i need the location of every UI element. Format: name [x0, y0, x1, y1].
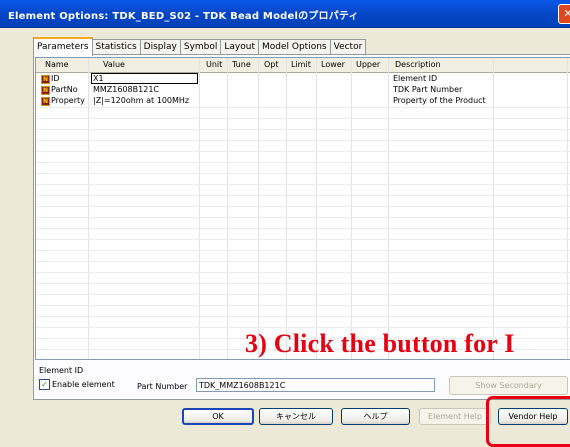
- grid-line: [36, 294, 570, 295]
- table-row[interactable]: N PartNo MMZ1608B121C TDK Part Number: [36, 85, 570, 95]
- col-header-tune[interactable]: Tune: [232, 60, 251, 69]
- grid-line: [36, 195, 570, 196]
- tab-model-options[interactable]: Model Options: [258, 39, 331, 55]
- param-description: Element ID: [393, 74, 438, 83]
- grid-line: [36, 107, 570, 108]
- grid-line: [36, 162, 570, 163]
- enable-element-label[interactable]: Enable element: [52, 380, 115, 389]
- instruction-annotation: 3) Click the button for I: [245, 329, 515, 358]
- col-header-description[interactable]: Description: [395, 60, 441, 69]
- param-value[interactable]: X1: [93, 74, 104, 83]
- help-button[interactable]: ヘルプ: [341, 408, 410, 425]
- grid-line: [36, 272, 570, 273]
- col-header-lower[interactable]: Lower: [321, 60, 345, 69]
- param-name: PartNo: [51, 85, 78, 94]
- grid-line: [36, 327, 570, 328]
- grid-line: [36, 118, 570, 119]
- parameter-icon: N: [41, 97, 50, 106]
- col-header-upper[interactable]: Upper: [356, 60, 380, 69]
- grid-line: [36, 173, 570, 174]
- window-title: Element Options: TDK_BED_S02 - TDK Bead …: [8, 11, 359, 22]
- tab-display[interactable]: Display: [139, 39, 181, 55]
- col-header-limit[interactable]: Limit: [291, 60, 311, 69]
- part-number-label: Part Number: [137, 382, 188, 391]
- grid-line: [36, 206, 570, 207]
- element-help-button[interactable]: Element Help: [419, 408, 491, 425]
- title-bar: Element Options: TDK_BED_S02 - TDK Bead …: [0, 0, 570, 28]
- parameter-grid[interactable]: Name Value Unit Tune Opt Limit Lower Upp…: [35, 57, 570, 360]
- part-number-field[interactable]: TDK_MMZ1608B121C: [196, 378, 435, 392]
- enable-element-checkbox[interactable]: ✓: [39, 379, 50, 390]
- grid-line: [36, 261, 570, 262]
- value-edit-box[interactable]: [91, 73, 198, 84]
- ok-button[interactable]: OK: [182, 408, 254, 425]
- tab-statistics[interactable]: Statistics: [91, 39, 141, 55]
- element-id-label: Element ID: [39, 366, 84, 375]
- col-header-name[interactable]: Name: [45, 60, 69, 69]
- grid-line: [36, 140, 570, 141]
- grid-line: [36, 228, 570, 229]
- grid-line: [36, 217, 570, 218]
- cancel-button[interactable]: キャンセル: [259, 408, 333, 425]
- highlight-box: [486, 396, 570, 447]
- tab-vector[interactable]: Vector: [329, 39, 367, 55]
- grid-line: [36, 239, 570, 240]
- param-name: Property: [51, 96, 85, 105]
- grid-line: [36, 250, 570, 251]
- param-value[interactable]: |Z|=120ohm at 100MHz: [93, 96, 189, 105]
- param-description: Property of the Product: [393, 96, 486, 105]
- show-secondary-button[interactable]: Show Secondary: [449, 376, 568, 395]
- col-header-opt[interactable]: Opt: [264, 60, 279, 69]
- close-icon[interactable]: ✕: [558, 4, 570, 24]
- grid-line: [36, 129, 570, 130]
- table-row[interactable]: N ID X1 Element ID: [36, 73, 570, 84]
- param-value[interactable]: MMZ1608B121C: [93, 85, 159, 94]
- grid-header: Name Value Unit Tune Opt Limit Lower Upp…: [36, 58, 570, 73]
- grid-line: [36, 184, 570, 185]
- grid-line: [36, 316, 570, 317]
- param-description: TDK Part Number: [393, 85, 463, 94]
- tab-parameters[interactable]: Parameters: [33, 37, 93, 56]
- tab-layout[interactable]: Layout: [220, 39, 259, 55]
- col-header-unit[interactable]: Unit: [206, 60, 222, 69]
- parameter-icon: N: [41, 75, 50, 84]
- tab-symbol[interactable]: Symbol: [179, 39, 222, 55]
- tab-strip: Parameters Statistics Display Symbol Lay…: [33, 37, 367, 56]
- grid-line: [36, 283, 570, 284]
- col-header-value[interactable]: Value: [103, 60, 125, 69]
- param-name: ID: [51, 74, 60, 83]
- grid-line: [36, 305, 570, 306]
- parameter-icon: N: [41, 86, 50, 95]
- table-row[interactable]: N Property |Z|=120ohm at 100MHz Property…: [36, 96, 570, 106]
- grid-line: [36, 151, 570, 152]
